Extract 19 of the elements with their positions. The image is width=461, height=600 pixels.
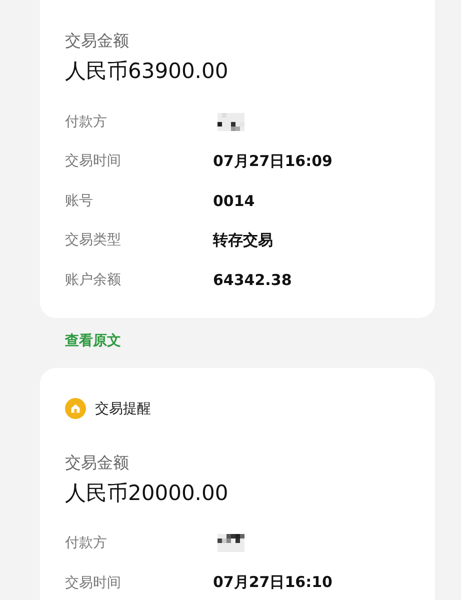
amount-value: 人民币20000.00 [65, 480, 230, 506]
field-label: 交易类型 [65, 231, 122, 250]
card-title: 交易提醒 [95, 400, 151, 418]
field-value: 转存交易 [213, 230, 273, 250]
amount-value: 人民币63900.00 [65, 58, 230, 85]
field-value: 0014 [213, 192, 255, 210]
field-label: 交易时间 [65, 152, 122, 170]
field-label: 付款方 [65, 112, 108, 131]
field-label: 账户余额 [65, 270, 122, 289]
amount-label: 交易金额 [65, 452, 130, 474]
field-label: 账号 [65, 192, 94, 210]
amount-label: 交易金额 [65, 30, 130, 52]
field-label: 交易时间 [65, 574, 122, 592]
field-label: 付款方 [65, 534, 108, 552]
field-value: 07月27日16:09 [213, 152, 332, 171]
view-original-link[interactable]: 查看原文 [40, 318, 435, 368]
house-icon [65, 398, 86, 419]
field-value: 64342.38 [213, 270, 292, 289]
field-value: 07月27日16:10 [213, 573, 332, 592]
